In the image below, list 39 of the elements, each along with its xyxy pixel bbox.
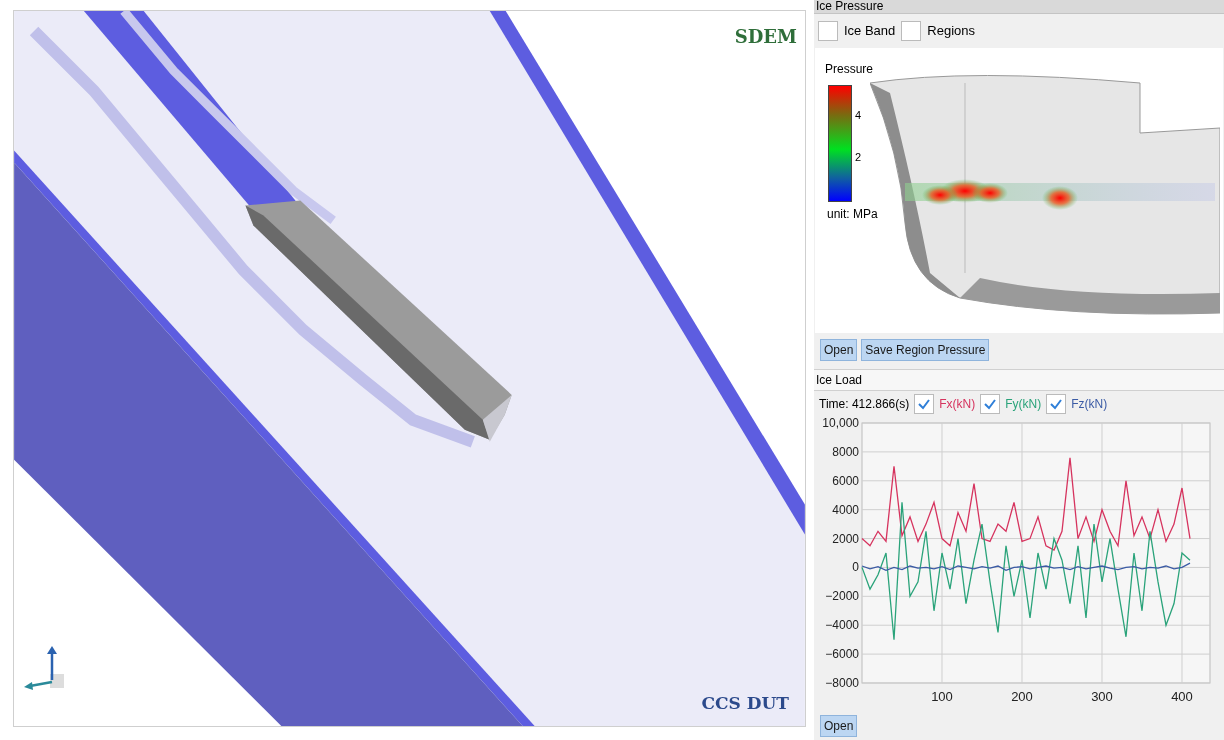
y-tick-label: 6000: [832, 473, 859, 488]
checkbox-label: Ice Band: [844, 22, 896, 41]
y-tick-label: −2000: [825, 589, 859, 604]
y-tick-label: 0: [852, 560, 859, 575]
legend-label: Fx(kN): [939, 396, 976, 413]
section-header: Ice Load: [814, 369, 1224, 391]
x-tick-label: 300: [1091, 689, 1113, 704]
check-icon: [983, 398, 998, 410]
checkbox[interactable]: [1046, 394, 1067, 414]
scale-tick-label: 2: [855, 150, 862, 165]
checkbox[interactable]: [980, 394, 1001, 414]
y-tick-label: 8000: [832, 444, 859, 459]
check-icon: [917, 398, 932, 410]
x-tick-label: 400: [1171, 689, 1193, 704]
y-tick-label: 10,000: [822, 417, 859, 430]
checkbox[interactable]: [914, 394, 935, 414]
x-tick-label: 100: [931, 689, 953, 704]
legend-label: Fy(kN): [1005, 396, 1042, 413]
panel-button[interactable]: Open: [820, 715, 858, 737]
unit-label: unit: MPa: [827, 206, 878, 223]
checkbox[interactable]: [818, 21, 838, 41]
x-tick-label: 200: [1011, 689, 1033, 704]
y-tick-label: −4000: [825, 618, 859, 633]
y-tick-label: 2000: [832, 531, 859, 546]
checkbox[interactable]: [901, 21, 922, 41]
legend-label: Fz(kN): [1071, 396, 1108, 413]
y-tick-label: 4000: [832, 502, 859, 517]
y-tick-label: −6000: [825, 647, 859, 662]
scale-tick-label: 4: [855, 108, 862, 123]
checkbox-label: Regions: [927, 22, 976, 41]
panel-button[interactable]: Open: [820, 339, 858, 361]
logo: CCS DUT: [701, 691, 789, 715]
time-label: Time: 412.866(s): [819, 396, 910, 413]
section-header: Ice Pressure: [814, 0, 1224, 14]
panel-button[interactable]: Save Region Pressure: [861, 339, 990, 361]
check-icon: [1049, 398, 1064, 410]
logo: SDEM: [734, 25, 797, 49]
legend-title: Pressure: [825, 61, 874, 78]
y-tick-label: −8000: [825, 676, 859, 690]
